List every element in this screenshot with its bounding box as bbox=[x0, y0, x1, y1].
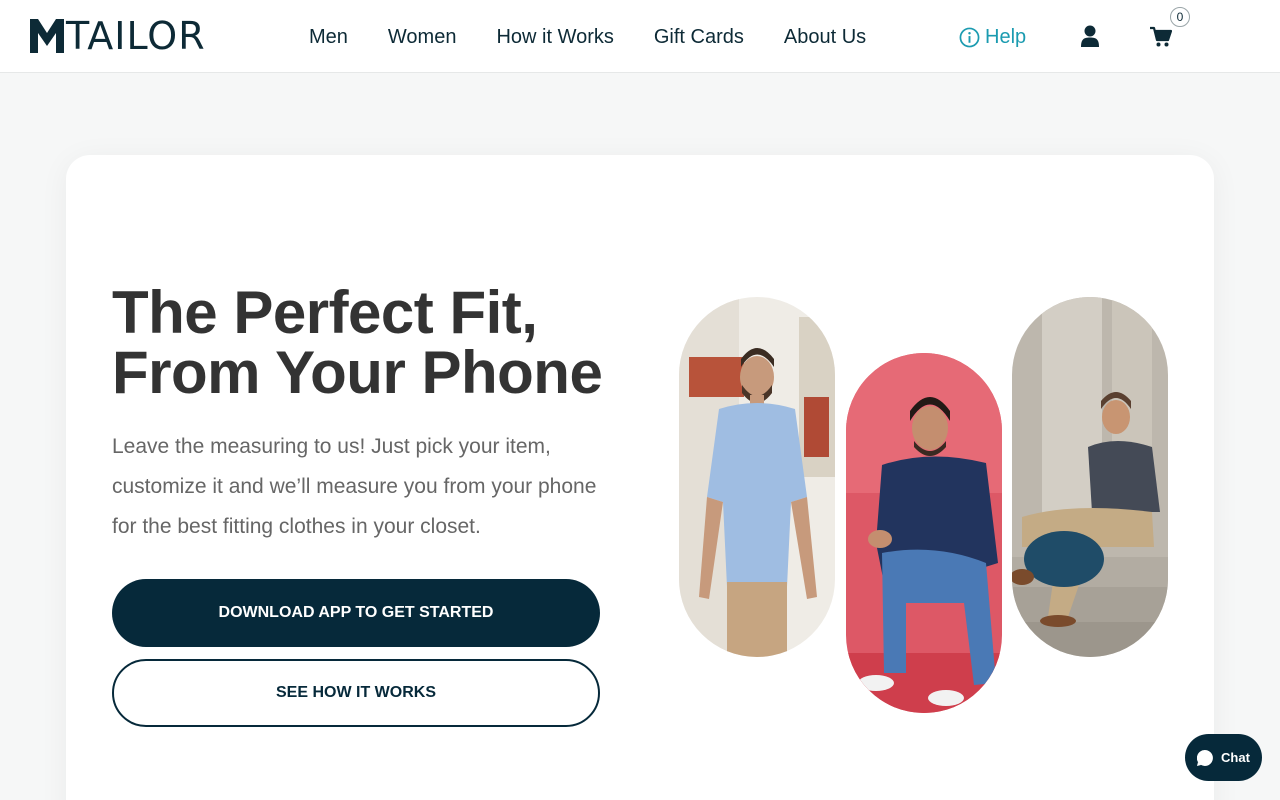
help-label: Help bbox=[985, 26, 1027, 48]
see-how-it-works-button[interactable]: SEE HOW IT WORKS bbox=[112, 659, 600, 727]
hero-subtitle: Leave the measuring to us! Just pick you… bbox=[112, 435, 597, 538]
model-photo-navy-sweater bbox=[846, 353, 1002, 713]
model-photo-seated-steps-image bbox=[1012, 297, 1168, 657]
info-icon bbox=[959, 27, 980, 47]
hero-title-line-2: From Your Phone bbox=[112, 339, 603, 406]
model-photo-blue-shirt bbox=[679, 297, 835, 657]
model-photo-navy-sweater-image bbox=[846, 353, 1002, 713]
nav-how-it-works[interactable]: How it Works bbox=[496, 24, 613, 50]
chat-bubble-icon bbox=[1197, 749, 1213, 766]
nav-gift-cards[interactable]: Gift Cards bbox=[654, 24, 744, 50]
model-photo-seated-steps bbox=[1012, 297, 1168, 657]
chat-button[interactable]: Chat bbox=[1185, 734, 1262, 781]
logo-m-icon bbox=[30, 19, 64, 53]
nav-men[interactable]: Men bbox=[309, 24, 348, 50]
hero-title: The Perfect Fit, From Your Phone bbox=[112, 283, 632, 403]
site-header: TAILOR Men Women How it Works Gift Cards… bbox=[0, 0, 1280, 73]
cart-icon[interactable] bbox=[1150, 26, 1172, 48]
download-app-button[interactable]: DOWNLOAD APP TO GET STARTED bbox=[112, 579, 600, 647]
nav-women[interactable]: Women bbox=[388, 24, 457, 50]
logo-text: TAILOR bbox=[66, 14, 206, 58]
hero-title-line-1: The Perfect Fit, bbox=[112, 279, 538, 346]
model-photo-blue-shirt-image bbox=[679, 297, 835, 657]
cart-count-badge: 0 bbox=[1170, 7, 1190, 27]
logo[interactable]: TAILOR bbox=[30, 16, 206, 56]
nav-about-us[interactable]: About Us bbox=[784, 24, 866, 50]
main-nav: Men Women How it Works Gift Cards About … bbox=[309, 24, 906, 50]
user-icon[interactable] bbox=[1080, 25, 1100, 47]
help-link[interactable]: Help bbox=[959, 24, 1026, 50]
chat-label: Chat bbox=[1221, 750, 1250, 765]
